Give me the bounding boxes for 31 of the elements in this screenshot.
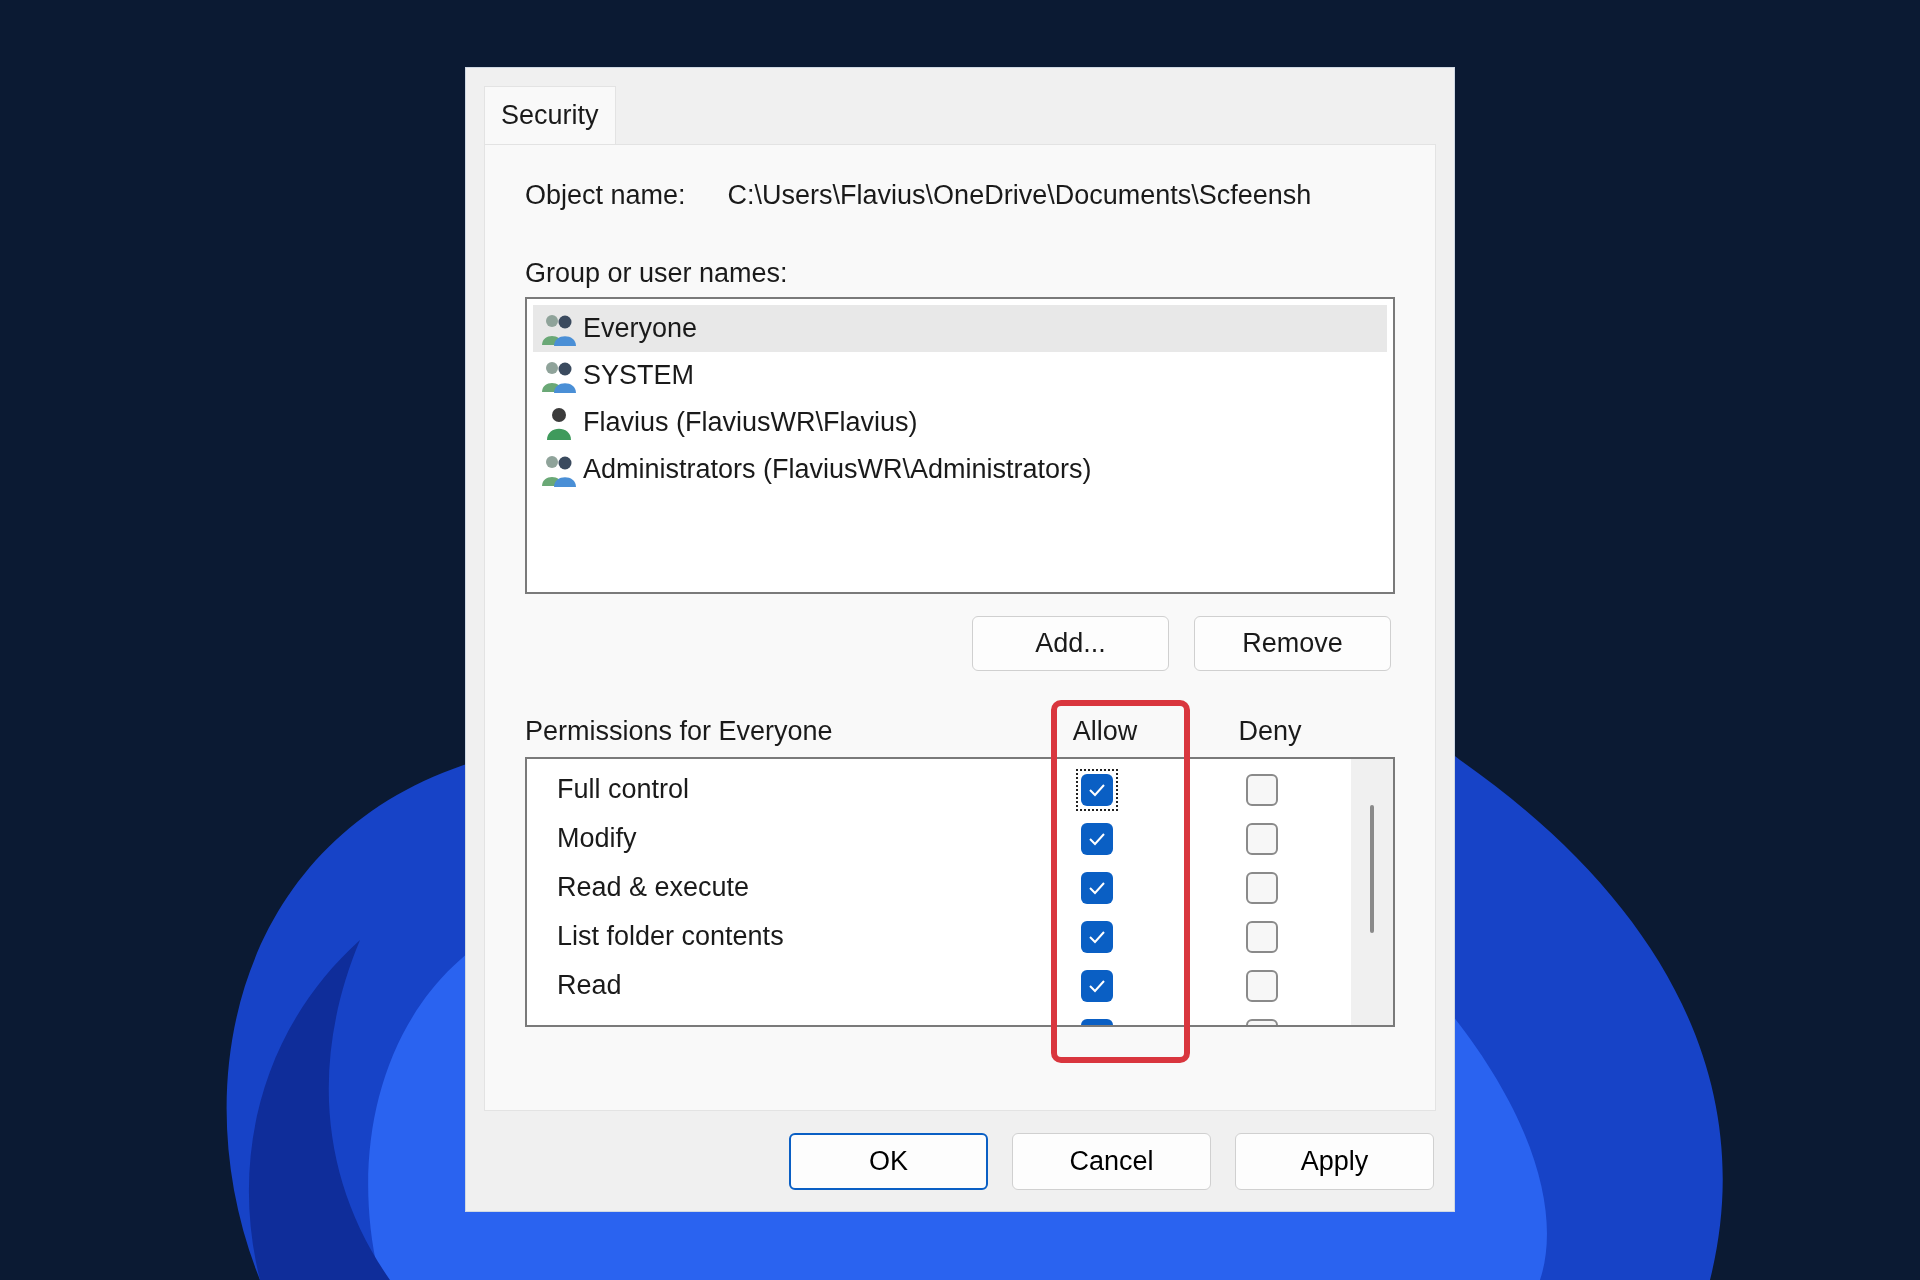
permission-name: List folder contents	[557, 921, 784, 952]
checkbox[interactable]	[1076, 768, 1118, 811]
object-name-label: Object name:	[525, 178, 686, 212]
permissions-label: Permissions for Everyone	[525, 714, 834, 748]
check-mark-icon	[1088, 831, 1106, 846]
button[interactable]: Apply	[1235, 1133, 1434, 1190]
group-list-label: Group or user names:	[525, 257, 789, 289]
scrollbar-thumb[interactable]	[1370, 805, 1374, 933]
permission-name: Modify	[557, 823, 637, 854]
check-mark-icon	[1088, 978, 1106, 993]
button[interactable]: Remove	[1194, 616, 1391, 671]
list-item-label: Administrators (FlaviusWR\Administrators)	[583, 453, 1092, 487]
permission-name: Full control	[557, 774, 690, 805]
tab[interactable]: Security	[484, 86, 616, 144]
list-item-label: Everyone	[583, 312, 698, 346]
button[interactable]: Cancel	[1012, 1133, 1211, 1190]
scrollbar[interactable]	[1351, 759, 1393, 1025]
column-header: Deny	[1238, 714, 1302, 748]
check-mark-icon	[1088, 880, 1106, 895]
list-item[interactable]: Everyone	[533, 305, 1387, 352]
button[interactable]: OK	[789, 1133, 988, 1190]
permission-name: Read & execute	[557, 872, 750, 903]
group-list[interactable]: Everyone SYSTEM Flavius (FlaviusWR\Flavius) Administrators (FlaviusWR\Administrators)	[525, 297, 1395, 594]
check-mark-icon	[1088, 782, 1106, 797]
button[interactable]: Add...	[972, 616, 1169, 671]
permission-name: Read	[557, 970, 622, 1001]
list-item-label: SYSTEM	[583, 359, 695, 393]
check-mark-icon	[1088, 929, 1106, 944]
column-header: Allow	[1072, 714, 1138, 748]
list-item-label: Flavius (FlaviusWR\Flavius)	[583, 406, 918, 440]
object-path: C:\Users\Flavius\OneDrive\Documents\Scfeensh	[727, 178, 1312, 212]
